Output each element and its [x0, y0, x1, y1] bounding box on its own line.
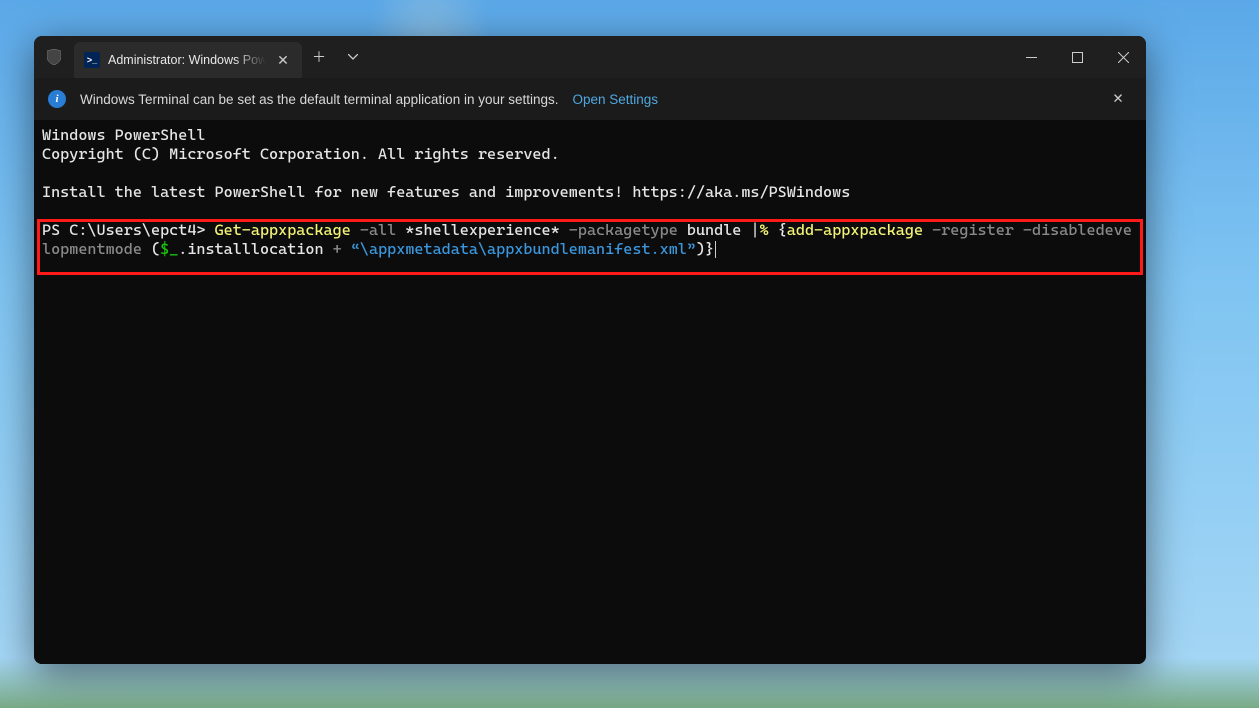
wallpaper-grass — [0, 658, 1259, 708]
cmd-param-packagetype: -packagetype — [560, 221, 687, 239]
prompt: PS C:\Users\epct4> — [42, 221, 215, 239]
cmd-filter: *shellexperience* — [405, 221, 559, 239]
cmd-string-path: “\appxmetadata\appxbundlemanifest.xml” — [351, 240, 696, 258]
cmd-close: )} — [696, 240, 714, 258]
cmd-add-appxpackage: add-appxpackage — [787, 221, 923, 239]
install-hint: Install the latest PowerShell for new fe… — [42, 183, 850, 201]
cmd-pipe: | — [750, 221, 759, 239]
cmd-bundle: bundle — [687, 221, 751, 239]
powershell-icon: >_ — [84, 52, 100, 68]
text-cursor — [715, 241, 716, 258]
info-icon: i — [48, 90, 66, 108]
maximize-button[interactable] — [1054, 36, 1100, 78]
infobar-close-button[interactable]: ✕ — [1104, 91, 1132, 107]
tab-close-button[interactable]: ✕ — [274, 52, 292, 69]
info-bar: i Windows Terminal can be set as the def… — [34, 78, 1146, 120]
cmd-get-appxpackage: Get-appxpackage — [215, 221, 351, 239]
banner-line-2: Copyright (C) Microsoft Corporation. All… — [42, 145, 560, 163]
cmd-percent: % — [760, 221, 778, 239]
cmd-paren-open: ( — [151, 240, 160, 258]
minimize-button[interactable] — [1008, 36, 1054, 78]
cmd-dot: . — [178, 240, 187, 258]
info-message: Windows Terminal can be set as the defau… — [80, 92, 559, 107]
new-tab-button[interactable]: ＋ — [302, 36, 336, 78]
cmd-plus: + — [324, 240, 351, 258]
titlebar-drag-region[interactable] — [370, 36, 1008, 78]
open-settings-link[interactable]: Open Settings — [573, 92, 659, 107]
tab-dropdown-button[interactable] — [336, 36, 370, 78]
close-button[interactable] — [1100, 36, 1146, 78]
cmd-brace-open: { — [778, 221, 787, 239]
cmd-param-all: -all — [351, 221, 406, 239]
tab-powershell[interactable]: >_ Administrator: Windows PowerShell ✕ — [74, 42, 302, 78]
cmd-dollar-underscore: $_ — [160, 240, 178, 258]
titlebar[interactable]: >_ Administrator: Windows PowerShell ✕ ＋ — [34, 36, 1146, 78]
admin-shield-icon — [34, 36, 74, 78]
terminal-content[interactable]: Windows PowerShell Copyright (C) Microso… — [34, 120, 1146, 664]
cmd-installlocation: installlocation — [187, 240, 323, 258]
banner-line-1: Windows PowerShell — [42, 126, 205, 144]
terminal-window: >_ Administrator: Windows PowerShell ✕ ＋… — [34, 36, 1146, 664]
tab-title: Administrator: Windows PowerShell — [108, 53, 266, 67]
